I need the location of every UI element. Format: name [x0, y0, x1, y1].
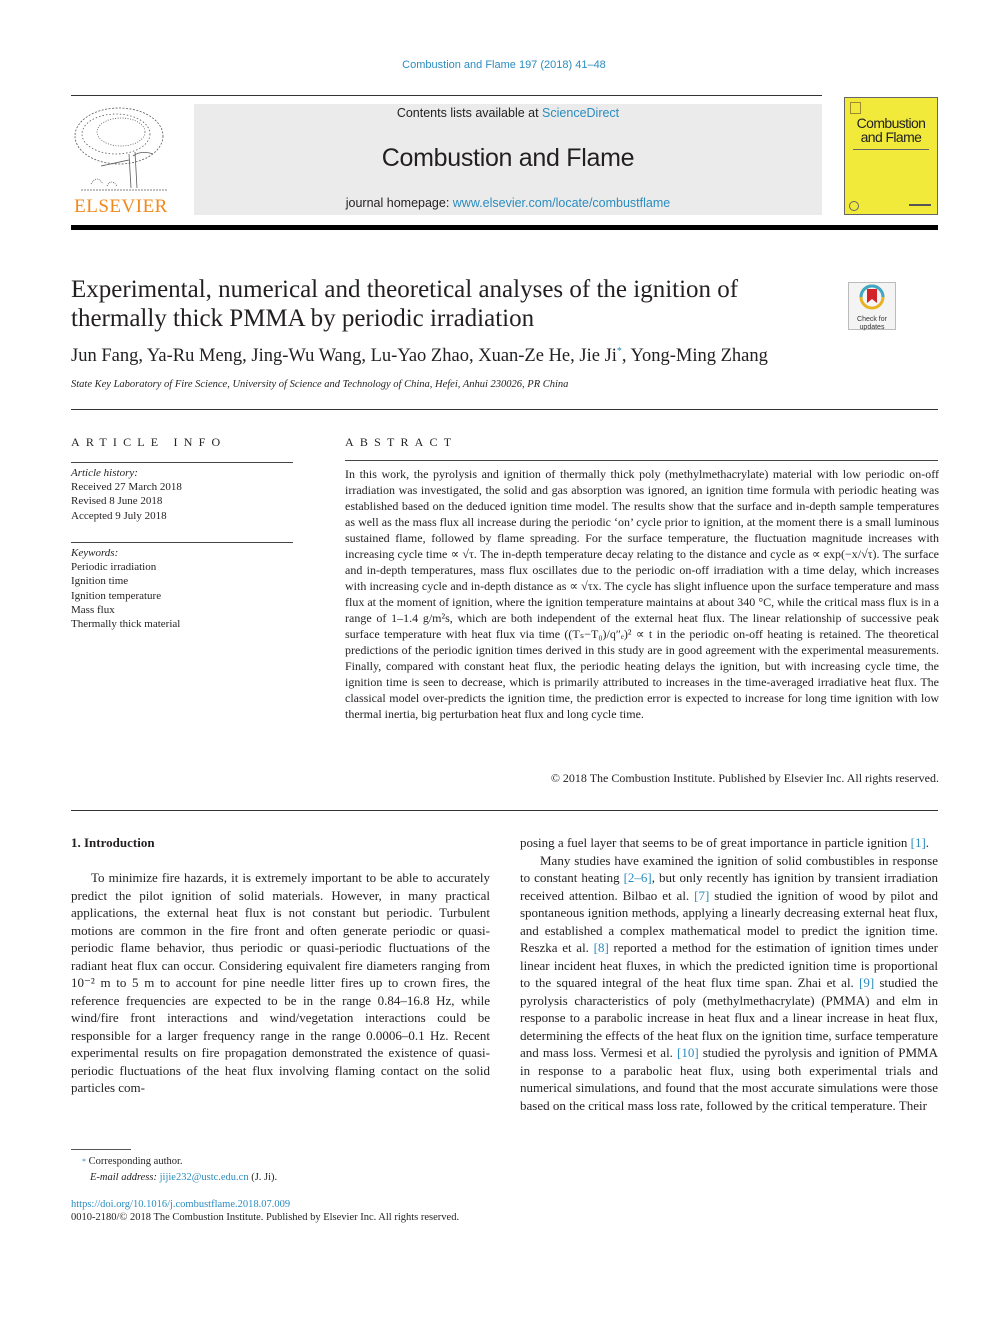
elsevier-wordmark: ELSEVIER — [74, 196, 168, 217]
abstract-text: In this work, the pyrolysis and ignition… — [345, 467, 939, 721]
article-info-rule — [71, 462, 293, 463]
history-received: Received 27 March 2018 — [71, 481, 182, 494]
journal-cover-thumbnail[interactable]: Combustion and Flame — [844, 97, 938, 215]
cover-publisher-icon — [850, 102, 861, 114]
author-name: Jie Ji — [579, 346, 617, 367]
check-for-updates-button[interactable]: Check for updates — [848, 282, 896, 331]
citation-link[interactable]: [10] — [677, 1045, 699, 1060]
author-name: Yong-Ming Zhang — [630, 346, 768, 367]
abstract-rule — [345, 460, 938, 461]
intro-paragraph-2: Many studies have examined the ignition … — [520, 852, 938, 1115]
cover-title-line-2: and Flame — [860, 129, 922, 145]
header-thick-rule — [71, 225, 938, 230]
crossmark-label: Check for updates — [857, 316, 887, 331]
body-column-left: To minimize fire hazards, it is extremel… — [71, 869, 490, 1097]
citation-link[interactable]: [9] — [859, 975, 874, 990]
tree-icon — [74, 107, 167, 191]
article-history: Article history: Received 27 March 2018 … — [71, 466, 182, 523]
keywords-rule — [71, 542, 293, 543]
journal-homepage-link[interactable]: www.elsevier.com/locate/combustflame — [453, 196, 670, 210]
author-name: Xuan-Ze He — [478, 346, 571, 367]
cover-title-line-1: Combustion — [856, 115, 926, 131]
cover-title: Combustion and Flame — [845, 116, 937, 144]
issn-copyright: 0010-2180/© 2018 The Combustion Institut… — [71, 1212, 460, 1223]
journal-reference[interactable]: Combustion and Flame 197 (2018) 41–48 — [0, 59, 992, 71]
author-name: Ya-Ru Meng — [146, 346, 243, 367]
crossmark-icon — [859, 284, 885, 310]
keyword-item: Thermally thick material — [71, 618, 181, 631]
body-column-right: posing a fuel layer that seems to be of … — [520, 834, 938, 1114]
keywords-label: Keywords: — [71, 547, 119, 559]
sciencedirect-link[interactable]: ScienceDirect — [542, 106, 619, 120]
author-name: Jing-Wu Wang — [251, 346, 362, 367]
history-label: Article history: — [71, 467, 138, 479]
affiliation: State Key Laboratory of Fire Science, Un… — [71, 379, 569, 390]
email-label: E-mail address: — [90, 1172, 157, 1183]
section-heading-introduction: 1. Introduction — [71, 835, 155, 850]
author-name: Jun Fang — [71, 346, 139, 367]
header-rule — [71, 95, 822, 96]
doi-link[interactable]: https://doi.org/10.1016/j.combustflame.2… — [71, 1199, 290, 1210]
corresponding-author-mark[interactable]: * — [617, 346, 622, 357]
corresponding-author-label: Corresponding author. — [88, 1156, 183, 1167]
cover-imprint — [909, 204, 931, 206]
journal-title: Combustion and Flame — [381, 144, 635, 172]
keyword-item: Periodic irradiation — [71, 561, 157, 574]
contents-line: Contents lists available at ScienceDirec… — [194, 106, 822, 120]
history-revised: Revised 8 June 2018 — [71, 495, 163, 508]
abstract-heading: ABSTRACT — [345, 435, 458, 449]
cover-seal-icon — [849, 201, 859, 211]
keyword-item: Ignition time — [71, 575, 129, 588]
cover-subtitle-line — [853, 149, 929, 150]
keyword-item: Ignition temperature — [71, 589, 162, 602]
keyword-item: Mass flux — [71, 603, 115, 616]
author-name: Lu-Yao Zhao — [370, 346, 469, 367]
intro-paragraph-1: To minimize fire hazards, it is extremel… — [71, 870, 490, 1095]
footnote: * Corresponding author. E-mail address: … — [82, 1154, 277, 1186]
history-accepted: Accepted 9 July 2018 — [71, 509, 167, 522]
journal-masthead: Contents lists available at ScienceDirec… — [194, 104, 822, 215]
article-title: Experimental, numerical and theoretical … — [71, 276, 739, 332]
intro-paragraph-1-continued: posing a fuel layer that seems to be of … — [520, 835, 930, 850]
abstract-end-rule — [71, 810, 938, 811]
contents-prefix: Contents lists available at — [396, 106, 543, 120]
article-info-heading: ARTICLE INFO — [71, 435, 227, 449]
footnote-rule — [71, 1149, 131, 1150]
citation-link[interactable]: [1] — [911, 835, 926, 850]
keywords: Keywords: Periodic irradiation Ignition … — [71, 546, 180, 631]
email-suffix: (J. Ji). — [248, 1172, 278, 1183]
title-rule — [71, 409, 938, 410]
email-link[interactable]: jijie232@ustc.edu.cn — [160, 1172, 249, 1183]
homepage-line: journal homepage: www.elsevier.com/locat… — [194, 196, 822, 210]
citation-link[interactable]: [8] — [594, 940, 609, 955]
paragraph-text: posing a fuel layer that seems to be of … — [520, 835, 911, 850]
author-list: Jun Fang, Ya-Ru Meng, Jing-Wu Wang, Lu-Y… — [71, 346, 768, 367]
footnote-mark: * — [82, 1157, 86, 1166]
citation-link[interactable]: [7] — [694, 888, 709, 903]
citation-link[interactable]: [2–6] — [624, 870, 652, 885]
abstract-copyright: © 2018 The Combustion Institute. Publish… — [550, 771, 939, 785]
homepage-prefix: journal homepage: — [345, 196, 453, 210]
